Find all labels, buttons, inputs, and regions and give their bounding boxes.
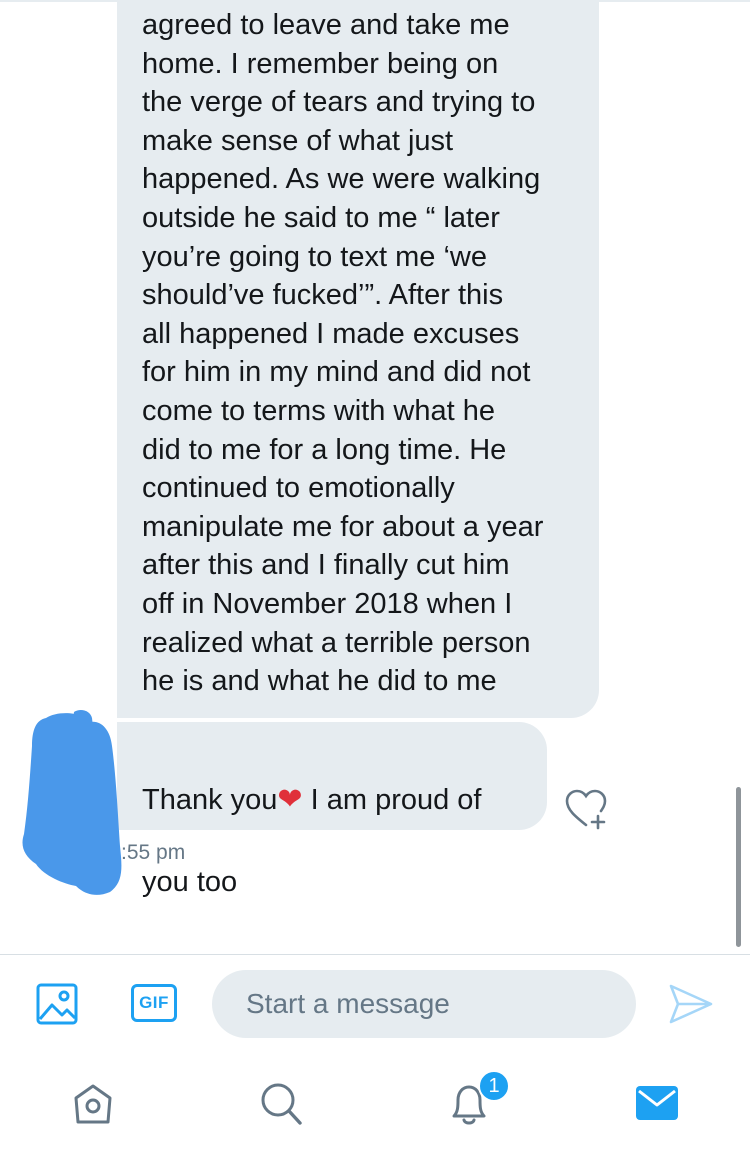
- envelope-icon[interactable]: [634, 1078, 680, 1128]
- send-icon[interactable]: [668, 981, 714, 1027]
- message-bubble-incoming[interactable]: agreed to leave and take me home. I reme…: [117, 0, 599, 718]
- heart-plus-icon[interactable]: [564, 788, 610, 830]
- redaction-scribble: [22, 710, 122, 895]
- image-icon[interactable]: [36, 983, 78, 1025]
- scrollbar[interactable]: [736, 787, 741, 947]
- message-input[interactable]: [212, 970, 636, 1038]
- message-text: Thank you: [142, 784, 278, 816]
- message-text: you too: [142, 866, 238, 898]
- notification-badge: 1: [478, 1070, 510, 1102]
- message-timestamp: :55 pm: [121, 841, 186, 864]
- home-icon[interactable]: [70, 1078, 116, 1128]
- message-bubble-incoming[interactable]: Thank you❤ I am proud of you too: [117, 722, 547, 898]
- gif-button[interactable]: GIF: [131, 984, 177, 1022]
- search-icon[interactable]: [258, 1078, 304, 1128]
- message-text: I am proud of: [302, 784, 482, 816]
- message-line: Thank you❤ I am proud of: [142, 779, 527, 821]
- heart-emoji: ❤: [277, 782, 303, 817]
- composer-divider: [0, 954, 750, 955]
